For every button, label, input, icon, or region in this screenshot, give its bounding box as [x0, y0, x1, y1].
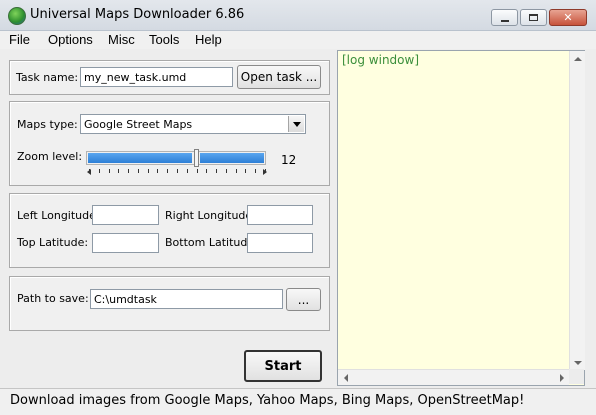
zoom-level-label: Zoom level: — [17, 150, 83, 163]
title-bar[interactable]: Universal Maps Downloader 6.86 ✕ — [0, 0, 596, 31]
open-task-button[interactable]: Open task ... — [237, 65, 321, 89]
right-longitude-input[interactable] — [247, 205, 313, 225]
left-longitude-input[interactable] — [92, 205, 159, 225]
scroll-down-button[interactable] — [570, 355, 585, 370]
scroll-up-button[interactable] — [570, 51, 585, 66]
scroll-left-button[interactable] — [338, 370, 353, 385]
path-to-save-label: Path to save: — [17, 292, 89, 305]
zoom-tick — [148, 169, 149, 173]
minimize-icon — [500, 19, 509, 22]
zoom-tick — [118, 169, 119, 173]
task-name-input[interactable]: my_new_task.umd — [80, 67, 233, 87]
zoom-tick — [128, 169, 129, 173]
close-button[interactable]: ✕ — [549, 9, 587, 26]
maps-type-label: Maps type: — [17, 118, 78, 131]
right-longitude-label: Right Longitude: — [165, 209, 256, 222]
path-to-save-input[interactable]: C:\umdtask — [90, 289, 283, 309]
zoom-slider-ticks — [87, 169, 267, 175]
bottom-latitude-input[interactable] — [247, 233, 313, 253]
arrow-up-icon — [573, 56, 582, 61]
zoom-tick — [255, 169, 256, 173]
menu-tools[interactable]: Tools — [149, 32, 179, 47]
zoom-tick — [177, 169, 178, 173]
menu-help[interactable]: Help — [195, 32, 222, 47]
zoom-tick — [226, 169, 227, 173]
scrollbar-corner — [569, 369, 584, 384]
bottom-latitude-label: Bottom Latitude: — [165, 236, 258, 249]
log-vertical-scrollbar[interactable] — [569, 51, 585, 370]
zoom-slider-fill-right — [200, 153, 264, 163]
menu-bar: File Options Misc Tools Help — [0, 31, 596, 49]
log-text: [log window] — [342, 53, 419, 67]
maximize-icon — [529, 14, 538, 21]
zoom-tick — [157, 169, 158, 173]
status-bar: Download images from Google Maps, Yahoo … — [0, 388, 596, 415]
chevron-down-icon — [292, 121, 301, 127]
arrow-right-icon — [559, 373, 564, 382]
left-longitude-label: Left Longitude: — [17, 209, 100, 222]
app-window: Universal Maps Downloader 6.86 ✕ File Op… — [0, 0, 596, 415]
globe-icon — [8, 7, 26, 25]
zoom-level-value: 12 — [281, 153, 297, 167]
log-window[interactable]: [log window] — [337, 50, 585, 386]
top-latitude-label: Top Latitude: — [17, 236, 89, 249]
start-button[interactable]: Start — [244, 350, 322, 382]
maps-type-select[interactable]: Google Street Maps — [80, 114, 306, 134]
zoom-tick — [89, 169, 90, 173]
zoom-tick — [245, 169, 246, 173]
scroll-right-button[interactable] — [554, 370, 569, 385]
zoom-tick — [216, 169, 217, 173]
browse-button[interactable]: ... — [286, 288, 321, 311]
menu-file[interactable]: File — [9, 32, 30, 47]
log-horizontal-scrollbar[interactable] — [338, 369, 569, 385]
zoom-slider-fill — [88, 153, 192, 163]
status-text: Download images from Google Maps, Yahoo … — [10, 393, 525, 408]
zoom-tick — [187, 169, 188, 173]
task-name-label: Task name: — [16, 71, 79, 84]
arrow-left-icon — [343, 373, 348, 382]
menu-misc[interactable]: Misc — [108, 32, 135, 47]
menu-options[interactable]: Options — [48, 32, 93, 47]
arrow-down-icon — [573, 360, 582, 365]
zoom-tick — [138, 169, 139, 173]
zoom-tick — [197, 169, 198, 173]
zoom-slider-thumb[interactable] — [194, 149, 199, 167]
zoom-tick — [236, 169, 237, 173]
zoom-tick — [99, 169, 100, 173]
minimize-button[interactable] — [491, 9, 518, 26]
maps-type-value: Google Street Maps — [84, 118, 193, 131]
zoom-tick — [265, 169, 266, 173]
top-latitude-input[interactable] — [92, 233, 159, 253]
zoom-tick — [206, 169, 207, 173]
zoom-tick — [109, 169, 110, 173]
dropdown-button[interactable] — [288, 116, 304, 132]
close-icon: ✕ — [563, 11, 573, 24]
maximize-button[interactable] — [520, 9, 547, 26]
zoom-tick — [167, 169, 168, 173]
window-title: Universal Maps Downloader 6.86 — [30, 7, 245, 22]
